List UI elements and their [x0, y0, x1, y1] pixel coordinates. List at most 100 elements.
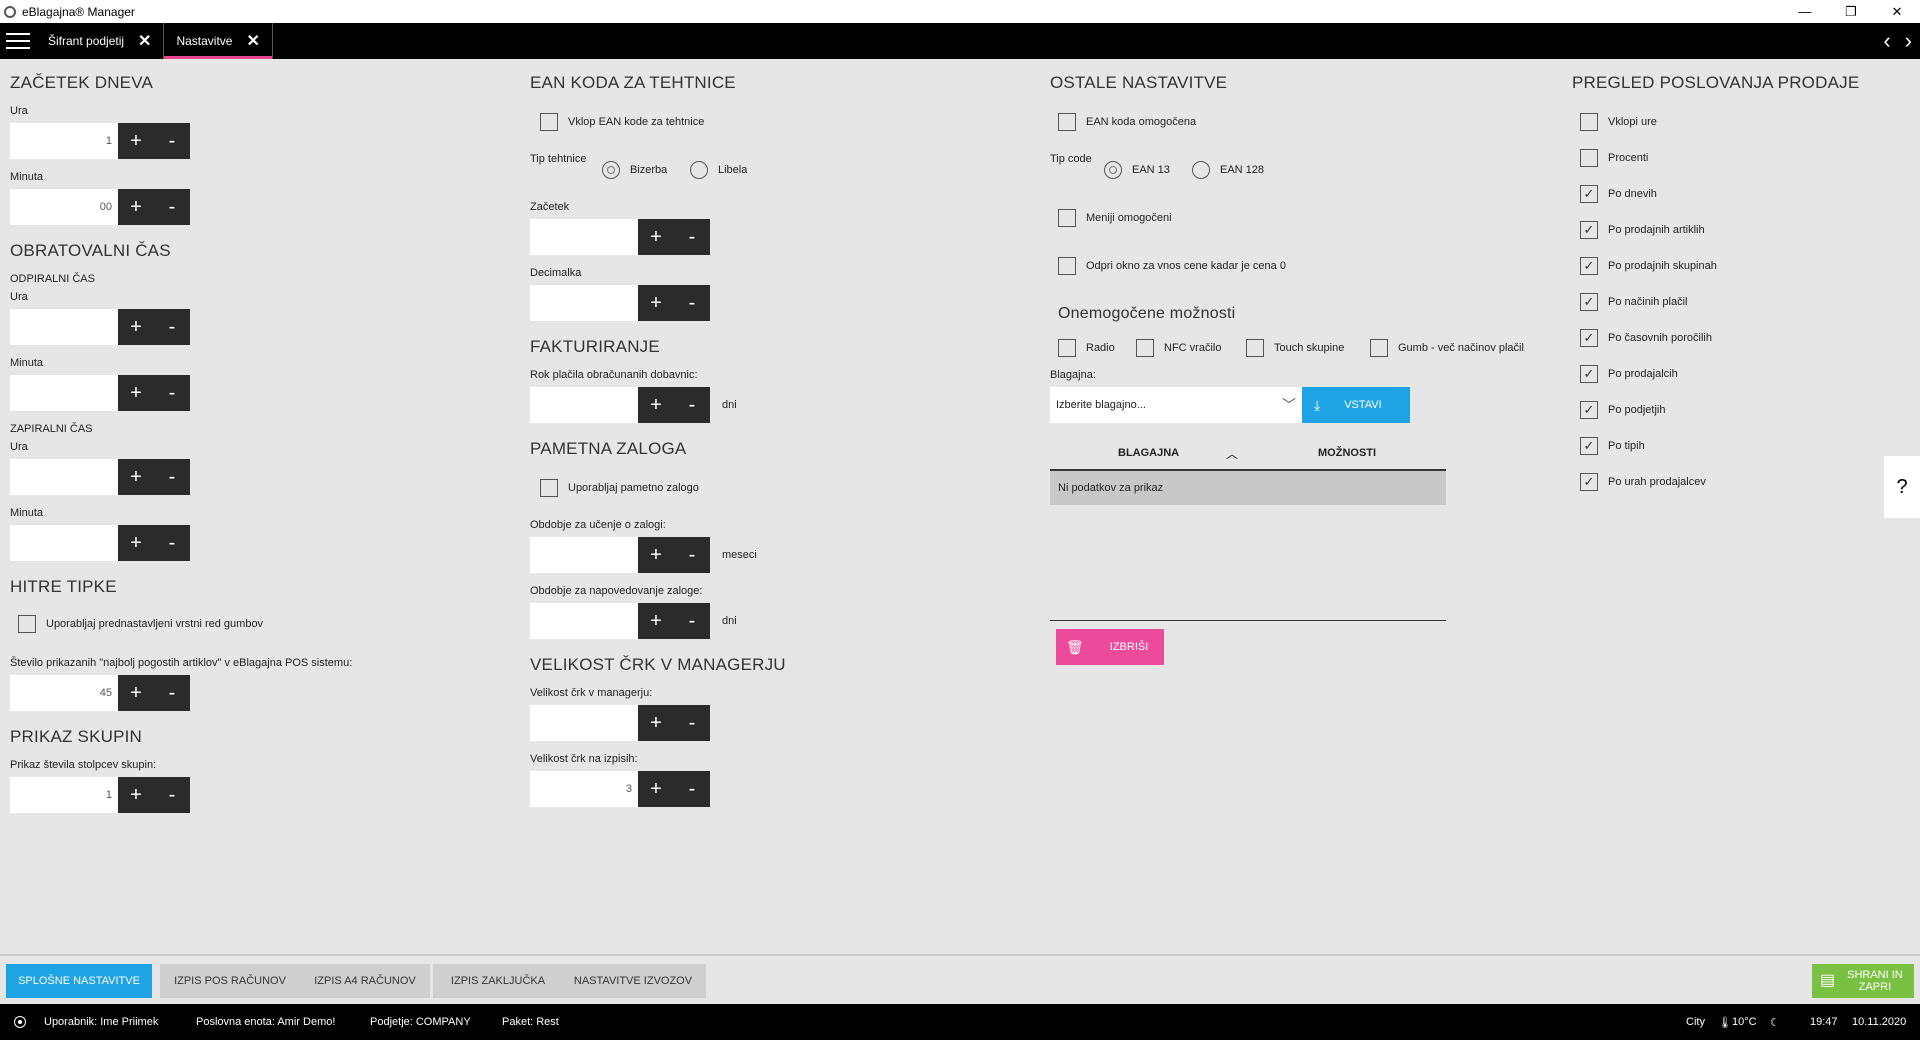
radio-ean128[interactable]: EAN 128 — [1192, 161, 1264, 179]
tab-splosne-nastavitve[interactable]: SPLOŠNE NASTAVITVE — [6, 964, 152, 998]
plus-button[interactable]: + — [638, 537, 674, 573]
plus-button[interactable]: + — [118, 189, 154, 225]
pametna-zaloga-checkbox[interactable]: Uporabljaj pametno zalogo — [540, 479, 699, 497]
stevilo-artiklov-input[interactable]: 45 — [10, 675, 118, 711]
chevron-left-icon[interactable]: ‹ — [1883, 28, 1890, 54]
odpiralni-ura-input[interactable] — [10, 309, 118, 345]
checkmark-icon[interactable]: ✓ — [1580, 437, 1598, 455]
vstavi-button[interactable]: ⤓ VSTAVI — [1302, 387, 1410, 423]
nfc-vracilo-checkbox[interactable]: NFC vračilo — [1136, 339, 1221, 357]
pregled-checkbox[interactable]: ✓ Po urah prodajalcev — [1580, 473, 1706, 491]
chevron-right-icon[interactable]: › — [1905, 28, 1912, 54]
velikost-crk-manager-input[interactable] — [530, 705, 638, 741]
checkbox-box[interactable] — [1580, 149, 1598, 167]
plus-button[interactable]: + — [638, 603, 674, 639]
help-button[interactable]: ? — [1884, 456, 1920, 518]
pregled-checkbox[interactable]: ✓ Po prodajalcih — [1580, 365, 1678, 383]
minus-button[interactable]: - — [674, 219, 710, 255]
minimize-button[interactable]: — — [1782, 0, 1828, 23]
minus-button[interactable]: - — [674, 705, 710, 741]
pregled-checkbox[interactable]: ✓ Po tipih — [1580, 437, 1645, 455]
tab-izpis-a4-racunov[interactable]: IZPIS A4 RAČUNOV — [300, 964, 430, 998]
plus-button[interactable]: + — [118, 525, 154, 561]
checkbox-box[interactable] — [1058, 339, 1076, 357]
sort-up-icon[interactable]: ︿ — [1226, 445, 1238, 462]
checkmark-icon[interactable]: ✓ — [1580, 185, 1598, 203]
pregled-checkbox[interactable]: ✓ Po dnevih — [1580, 185, 1657, 203]
minus-button[interactable]: - — [154, 675, 190, 711]
ean-zacetek-input[interactable] — [530, 219, 638, 255]
plus-button[interactable]: + — [118, 123, 154, 159]
radio-circle[interactable] — [1192, 161, 1210, 179]
minus-button[interactable]: - — [674, 603, 710, 639]
plus-button[interactable]: + — [638, 387, 674, 423]
plus-button[interactable]: + — [638, 219, 674, 255]
checkmark-icon[interactable]: ✓ — [1580, 401, 1598, 419]
minus-button[interactable]: - — [154, 525, 190, 561]
plus-button[interactable]: + — [638, 705, 674, 741]
minus-button[interactable]: - — [154, 123, 190, 159]
odpri-okno-checkbox[interactable]: Odpri okno za vnos cene kadar je cena 0 — [1058, 257, 1286, 275]
tab-nastavitve-izvozov[interactable]: NASTAVITVE IZVOZOV — [560, 964, 706, 998]
plus-button[interactable]: + — [638, 285, 674, 321]
rok-placila-input[interactable] — [530, 387, 638, 423]
prednastavljeni-vrstni-red-checkbox[interactable]: Uporabljaj prednastavljeni vrstni red gu… — [18, 615, 263, 633]
stolpci-skupin-input[interactable]: 1 — [10, 777, 118, 813]
minus-button[interactable]: - — [674, 771, 710, 807]
menu-icon[interactable] — [0, 23, 36, 59]
zapiralni-ura-input[interactable] — [10, 459, 118, 495]
checkmark-icon[interactable]: ✓ — [1580, 473, 1598, 491]
tab-izpis-pos-racunov[interactable]: IZPIS POS RAČUNOV — [160, 964, 300, 998]
checkmark-icon[interactable]: ✓ — [1580, 329, 1598, 347]
pregled-checkbox[interactable]: ✓ Po prodajnih skupinah — [1580, 257, 1717, 275]
zacetek-minuta-input[interactable]: 00 — [10, 189, 118, 225]
checkbox-box[interactable] — [18, 615, 36, 633]
checkbox-box[interactable] — [1580, 113, 1598, 131]
minus-button[interactable]: - — [154, 459, 190, 495]
checkmark-icon[interactable]: ✓ — [1580, 257, 1598, 275]
checkbox-box[interactable] — [1058, 257, 1076, 275]
plus-button[interactable]: + — [118, 309, 154, 345]
plus-button[interactable]: + — [118, 675, 154, 711]
plus-button[interactable]: + — [118, 459, 154, 495]
checkbox-box[interactable] — [540, 479, 558, 497]
minus-button[interactable]: - — [674, 387, 710, 423]
pregled-checkbox[interactable]: Vklopi ure — [1580, 113, 1657, 131]
napoved-zaloga-input[interactable] — [530, 603, 638, 639]
plus-button[interactable]: + — [638, 771, 674, 807]
pregled-checkbox[interactable]: ✓ Po podjetjih — [1580, 401, 1666, 419]
zapiralni-minuta-input[interactable] — [10, 525, 118, 561]
restore-button[interactable]: ❐ — [1828, 0, 1874, 23]
ean-tehtnice-checkbox[interactable]: Vklop EAN kode za tehtnice — [540, 113, 704, 131]
minus-button[interactable]: - — [674, 537, 710, 573]
radio-checkbox[interactable]: Radio — [1058, 339, 1115, 357]
tab-izpis-zakljucka[interactable]: IZPIS ZAKLJUČKA — [433, 964, 563, 998]
ean-decimalka-input[interactable] — [530, 285, 638, 321]
checkbox-box[interactable] — [540, 113, 558, 131]
close-icon[interactable]: ✕ — [246, 31, 259, 51]
ucenje-zaloga-input[interactable] — [530, 537, 638, 573]
gumb-nacini-placil-checkbox[interactable]: Gumb - več načinov plačil — [1370, 339, 1524, 357]
meniji-checkbox[interactable]: Meniji omogočeni — [1058, 209, 1172, 227]
izbrisi-button[interactable]: 🗑 IZBRIŠI — [1056, 629, 1164, 665]
radio-circle[interactable] — [1104, 161, 1122, 179]
minus-button[interactable]: - — [154, 309, 190, 345]
checkmark-icon[interactable]: ✓ — [1580, 221, 1598, 239]
odpiralni-minuta-input[interactable] — [10, 375, 118, 411]
radio-bizerba[interactable]: Bizerba — [602, 161, 667, 179]
radio-circle[interactable] — [602, 161, 620, 179]
close-icon[interactable]: ✕ — [138, 31, 151, 51]
close-window-button[interactable]: ✕ — [1874, 0, 1920, 23]
tab-nastavitve[interactable]: Nastavitve ✕ — [163, 23, 273, 59]
minus-button[interactable]: - — [674, 285, 710, 321]
column-header-moznosti[interactable]: MOŽNOSTI — [1318, 447, 1376, 459]
radio-circle[interactable] — [690, 161, 708, 179]
pregled-checkbox[interactable]: ✓ Po časovnih poročilih — [1580, 329, 1712, 347]
minus-button[interactable]: - — [154, 777, 190, 813]
pregled-checkbox[interactable]: ✓ Po načinih plačil — [1580, 293, 1688, 311]
tab-sifrant-podjetij[interactable]: Šifrant podjetij ✕ — [36, 23, 163, 59]
plus-button[interactable]: + — [118, 777, 154, 813]
checkbox-box[interactable] — [1370, 339, 1388, 357]
touch-skupine-checkbox[interactable]: Touch skupine — [1246, 339, 1344, 357]
checkbox-box[interactable] — [1058, 113, 1076, 131]
